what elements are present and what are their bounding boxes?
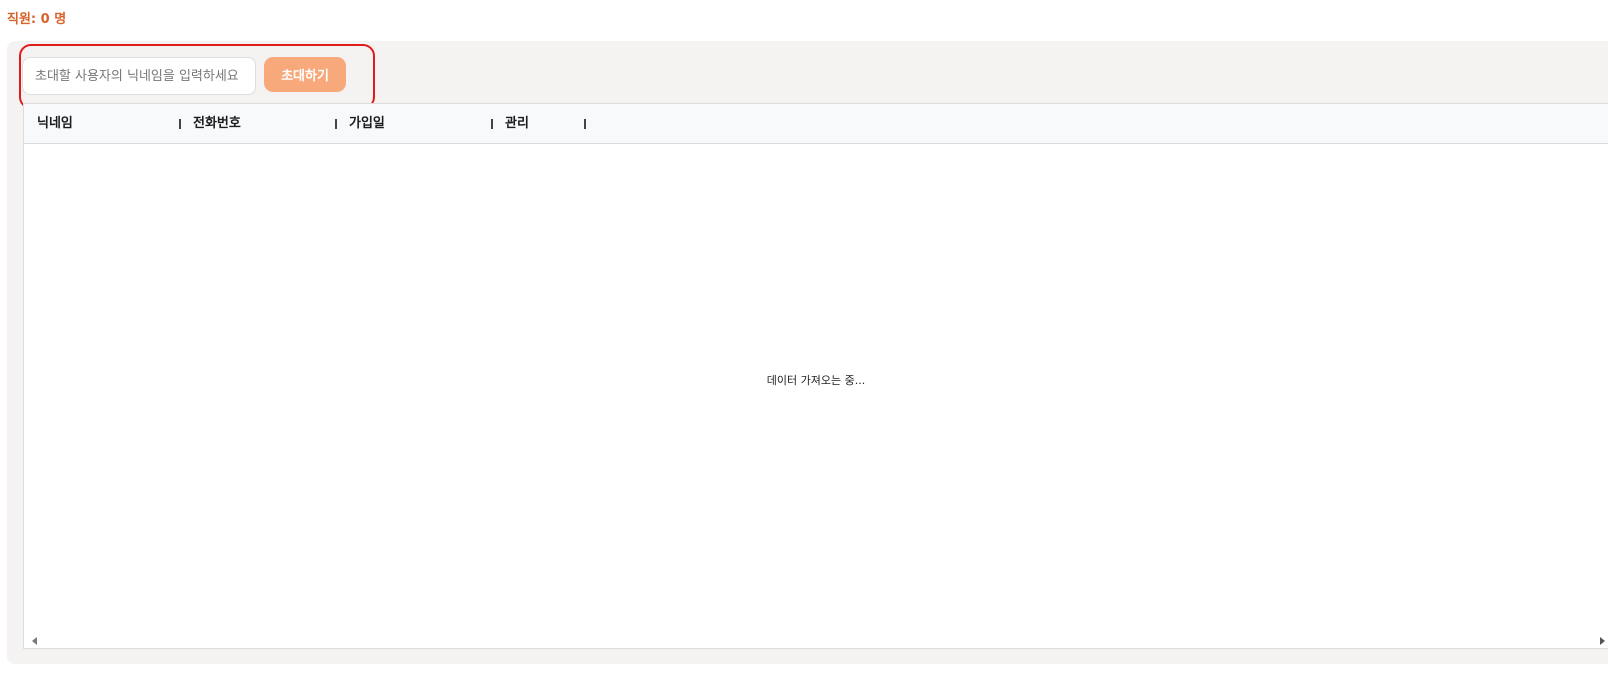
column-resize-handle[interactable]	[335, 119, 337, 129]
column-header-phone[interactable]: 전화번호	[193, 104, 241, 144]
column-resize-handle[interactable]	[491, 119, 493, 129]
loading-message: 데이터 가져오는 중...	[766, 374, 866, 387]
staff-table: 닉네임 전화번호 가입일 관리 데이터 가져오는 중...	[23, 103, 1608, 649]
staff-count-label: 직원: 0 명	[7, 12, 67, 27]
column-header-nickname[interactable]: 닉네임	[37, 104, 73, 144]
column-resize-handle[interactable]	[584, 119, 586, 129]
column-header-manage[interactable]: 관리	[505, 104, 529, 144]
invite-button[interactable]: 초대하기	[264, 57, 346, 92]
staff-panel: 초대하기 닉네임 전화번호 가입일 관리 데이터 가져오는 중...	[7, 41, 1608, 664]
column-header-joined[interactable]: 가입일	[349, 104, 385, 144]
scroll-left-icon[interactable]	[32, 637, 37, 645]
scroll-right-icon[interactable]	[1600, 637, 1605, 645]
horizontal-scrollbar[interactable]	[24, 634, 1608, 648]
column-resize-handle[interactable]	[179, 119, 181, 129]
table-header: 닉네임 전화번호 가입일 관리	[24, 104, 1608, 144]
invite-nickname-input[interactable]	[22, 57, 256, 95]
